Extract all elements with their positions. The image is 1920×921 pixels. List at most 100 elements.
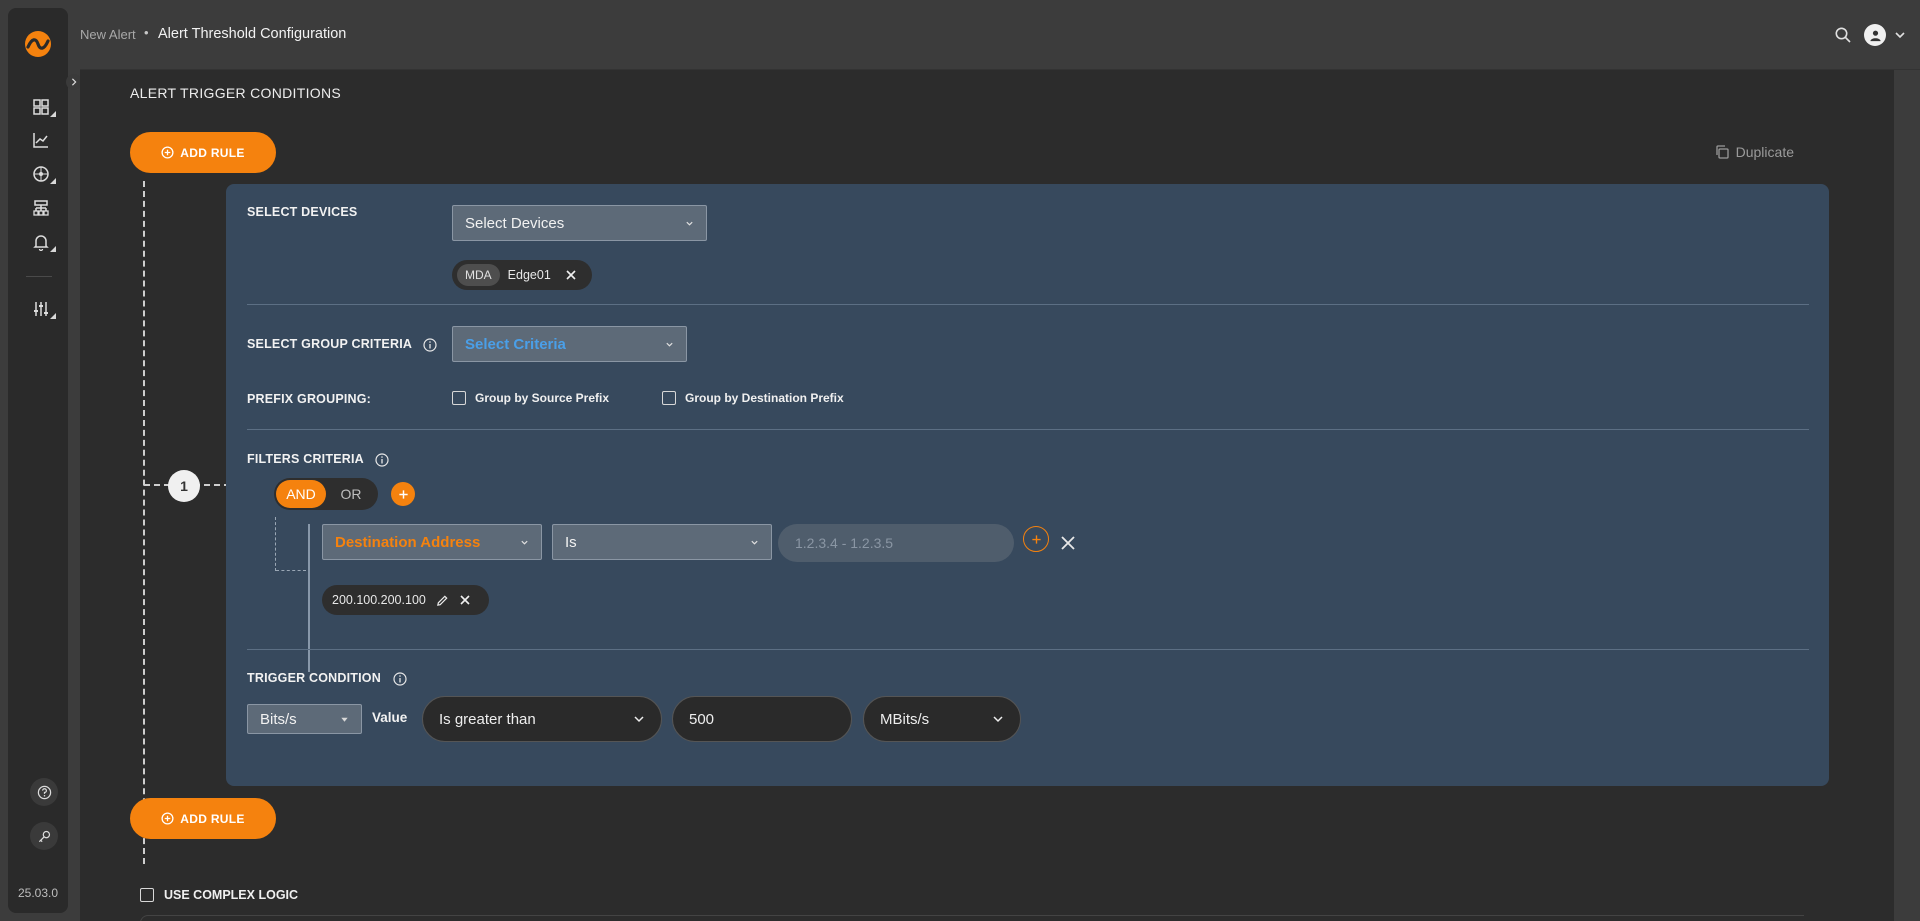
chevron-down-icon[interactable] bbox=[1894, 28, 1906, 40]
rule-number-badge: 1 bbox=[168, 470, 200, 502]
filter-value-placeholder: 1.2.3.4 - 1.2.3.5 bbox=[795, 535, 894, 551]
device-chip-tag: MDA bbox=[457, 264, 500, 286]
rule-card: SELECT DEVICES Select Devices MDA Edge01… bbox=[226, 184, 1829, 786]
chevron-down-icon bbox=[521, 540, 528, 545]
sidebar: 25.03.0 bbox=[8, 8, 82, 913]
prefix-grouping-label: PREFIX GROUPING: bbox=[247, 392, 372, 406]
divider bbox=[247, 429, 1809, 430]
group-criteria-label: SELECT GROUP CRITERIA bbox=[247, 337, 437, 352]
threshold-input[interactable]: 500 bbox=[672, 696, 852, 742]
app-logo[interactable] bbox=[24, 30, 52, 58]
or-button[interactable]: OR bbox=[326, 480, 376, 508]
filter-field-value: Destination Address bbox=[335, 533, 481, 551]
threshold-value: 500 bbox=[689, 710, 715, 728]
filter-operator-value: Is bbox=[565, 533, 577, 551]
trigger-condition-label-text: TRIGGER CONDITION bbox=[247, 671, 381, 685]
duplicate-button[interactable]: Duplicate bbox=[1714, 144, 1794, 160]
breadcrumb-previous[interactable]: New Alert bbox=[80, 27, 136, 42]
help-icon[interactable] bbox=[30, 778, 58, 806]
chart-line-icon[interactable] bbox=[28, 129, 54, 151]
and-button[interactable]: AND bbox=[276, 480, 326, 508]
divider bbox=[247, 649, 1809, 650]
checkbox[interactable] bbox=[452, 391, 466, 405]
filter-field-dropdown[interactable]: Destination Address bbox=[322, 524, 542, 560]
close-icon[interactable] bbox=[459, 594, 471, 606]
caret-down-icon bbox=[341, 717, 348, 722]
info-icon[interactable] bbox=[375, 453, 389, 467]
filter-value-chip-text: 200.100.200.100 bbox=[332, 593, 426, 607]
breadcrumb-separator: • bbox=[144, 25, 149, 40]
dashboard-icon[interactable] bbox=[28, 96, 56, 118]
top-bar: New Alert • Alert Threshold Configuratio… bbox=[80, 0, 1920, 70]
select-devices-dropdown[interactable]: Select Devices bbox=[452, 205, 707, 241]
filter-value-chip: 200.100.200.100 bbox=[322, 585, 489, 615]
add-rule-button-bottom[interactable]: ADD RULE bbox=[130, 798, 276, 839]
sitemap-icon[interactable] bbox=[28, 197, 54, 219]
plus-icon bbox=[398, 489, 408, 499]
chevron-down-icon bbox=[634, 716, 644, 723]
key-icon[interactable] bbox=[30, 822, 58, 850]
trigger-condition-label: TRIGGER CONDITION bbox=[247, 671, 407, 686]
chevron-down-icon bbox=[751, 540, 758, 545]
filters-criteria-label: FILTERS CRITERIA bbox=[247, 452, 389, 467]
filters-criteria-label-text: FILTERS CRITERIA bbox=[247, 452, 364, 466]
logic-toggle: AND OR bbox=[274, 478, 378, 510]
select-devices-placeholder: Select Devices bbox=[465, 214, 565, 232]
comparator-value: Is greater than bbox=[439, 710, 536, 728]
add-filter-value-button[interactable] bbox=[1023, 526, 1049, 552]
section-title: ALERT TRIGGER CONDITIONS bbox=[130, 85, 342, 101]
info-icon[interactable] bbox=[393, 672, 407, 686]
device-chip: MDA Edge01 bbox=[452, 260, 592, 290]
app-version: 25.03.0 bbox=[17, 886, 59, 900]
info-icon[interactable] bbox=[423, 338, 437, 352]
checkbox[interactable] bbox=[662, 391, 676, 405]
group-by-source-prefix-checkbox[interactable]: Group by Source Prefix bbox=[452, 391, 609, 405]
user-avatar[interactable] bbox=[1864, 24, 1886, 46]
bell-icon[interactable] bbox=[28, 231, 56, 253]
unit-value: MBits/s bbox=[880, 710, 930, 728]
use-complex-logic-checkbox[interactable]: USE COMPLEX LOGIC bbox=[140, 888, 298, 902]
filter-tree-branch bbox=[276, 570, 306, 571]
plus-circle-icon bbox=[161, 812, 174, 825]
group-criteria-label-text: SELECT GROUP CRITERIA bbox=[247, 337, 412, 351]
duplicate-label: Duplicate bbox=[1735, 144, 1794, 160]
select-criteria-placeholder: Select Criteria bbox=[465, 335, 566, 353]
search-icon[interactable] bbox=[1834, 26, 1852, 44]
copy-icon bbox=[1715, 145, 1729, 159]
checkbox[interactable] bbox=[140, 888, 154, 902]
use-complex-logic-label: USE COMPLEX LOGIC bbox=[164, 888, 299, 902]
sliders-icon[interactable] bbox=[28, 298, 56, 320]
rule-connector-line bbox=[143, 181, 145, 864]
value-label: Value bbox=[372, 710, 408, 725]
add-rule-button-top[interactable]: ADD RULE bbox=[130, 132, 276, 173]
pencil-icon[interactable] bbox=[436, 594, 449, 607]
add-filter-group-button[interactable] bbox=[391, 482, 415, 506]
filter-value-input[interactable]: 1.2.3.4 - 1.2.3.5 bbox=[778, 524, 1014, 562]
add-rule-label: ADD RULE bbox=[180, 145, 245, 160]
add-rule-label: ADD RULE bbox=[180, 811, 245, 826]
plus-icon bbox=[1031, 534, 1041, 544]
filter-operator-dropdown[interactable]: Is bbox=[552, 524, 772, 560]
unit-dropdown[interactable]: MBits/s bbox=[863, 696, 1021, 742]
select-devices-label: SELECT DEVICES bbox=[247, 205, 358, 219]
metric-value: Bits/s bbox=[260, 710, 297, 728]
chevron-down-icon bbox=[686, 221, 693, 226]
filter-tree-line bbox=[275, 517, 276, 571]
page-title: Alert Threshold Configuration bbox=[158, 26, 347, 42]
comparator-dropdown[interactable]: Is greater than bbox=[422, 696, 662, 742]
close-icon[interactable] bbox=[565, 269, 577, 281]
complex-logic-panel-edge bbox=[140, 915, 1804, 921]
divider bbox=[247, 304, 1809, 305]
network-icon[interactable] bbox=[28, 163, 56, 185]
plus-circle-icon bbox=[161, 146, 174, 159]
checkbox-label: Group by Source Prefix bbox=[475, 391, 610, 405]
device-chip-name: Edge01 bbox=[507, 268, 551, 282]
chevron-down-icon bbox=[666, 342, 673, 347]
sidebar-divider bbox=[26, 276, 52, 277]
metric-dropdown[interactable]: Bits/s bbox=[247, 704, 362, 734]
select-criteria-dropdown[interactable]: Select Criteria bbox=[452, 326, 687, 362]
checkbox-label: Group by Destination Prefix bbox=[685, 391, 844, 405]
main-canvas: ALERT TRIGGER CONDITIONS ADD RULE Duplic… bbox=[80, 70, 1894, 921]
group-by-destination-prefix-checkbox[interactable]: Group by Destination Prefix bbox=[662, 391, 844, 405]
remove-filter-close-icon[interactable] bbox=[1060, 535, 1076, 551]
